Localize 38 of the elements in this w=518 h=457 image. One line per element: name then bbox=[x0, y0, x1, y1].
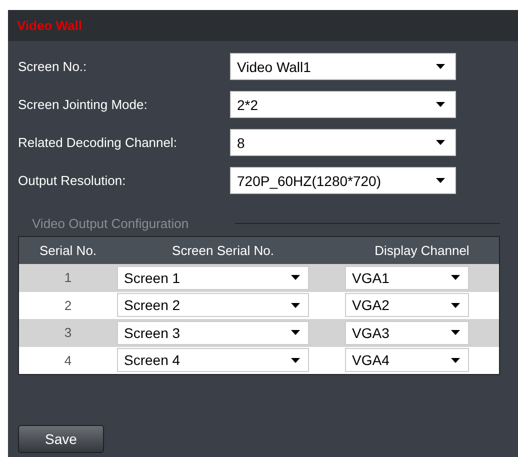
column-header: Display Channel bbox=[374, 243, 470, 258]
caret-icon bbox=[291, 302, 300, 308]
dropdown[interactable]: 720P_60HZ(1280*720) bbox=[230, 167, 456, 194]
caret-icon bbox=[436, 64, 445, 69]
field-label: Screen No.: bbox=[18, 59, 88, 74]
dropdown[interactable]: VGA2 bbox=[345, 293, 469, 318]
caret-icon bbox=[436, 102, 445, 107]
caret-icon bbox=[291, 358, 300, 363]
caret-icon bbox=[436, 178, 445, 183]
column-header: Screen Serial No. bbox=[171, 243, 275, 258]
dropdown[interactable]: Screen 3 bbox=[117, 320, 309, 345]
caret-icon bbox=[291, 330, 300, 336]
caret-icon bbox=[451, 358, 460, 363]
dropdown[interactable]: Screen 4 bbox=[117, 348, 309, 372]
table-cell-text: 1 bbox=[63, 270, 73, 286]
dropdown[interactable]: Video Wall1 bbox=[230, 53, 456, 80]
section-title: Video Output Configuration bbox=[32, 216, 189, 231]
caret-icon bbox=[436, 140, 445, 145]
caret-icon bbox=[291, 275, 300, 280]
field-label: Screen Jointing Mode: bbox=[18, 97, 148, 112]
dropdown[interactable]: 2*2 bbox=[230, 91, 456, 118]
dropdown[interactable]: 8 bbox=[230, 129, 456, 156]
field-label: Related Decoding Channel: bbox=[18, 135, 178, 150]
dropdown[interactable]: Screen 2 bbox=[117, 293, 309, 318]
panel-title: Video Wall bbox=[17, 18, 82, 33]
dropdown[interactable]: VGA3 bbox=[345, 320, 469, 345]
table-cell-text: 2 bbox=[63, 298, 73, 313]
caret-icon bbox=[451, 330, 460, 336]
field-label: Output Resolution: bbox=[18, 173, 127, 188]
dropdown[interactable]: VGA1 bbox=[345, 266, 469, 290]
table-cell-text: 3 bbox=[63, 325, 73, 340]
table-cell-text: 4 bbox=[63, 352, 73, 368]
caret-icon bbox=[451, 302, 460, 308]
save-button[interactable]: Save bbox=[18, 425, 104, 453]
dropdown[interactable]: VGA4 bbox=[345, 348, 469, 372]
caret-icon bbox=[451, 275, 460, 280]
dropdown[interactable]: Screen 1 bbox=[117, 266, 309, 290]
column-header: Serial No. bbox=[38, 243, 98, 258]
